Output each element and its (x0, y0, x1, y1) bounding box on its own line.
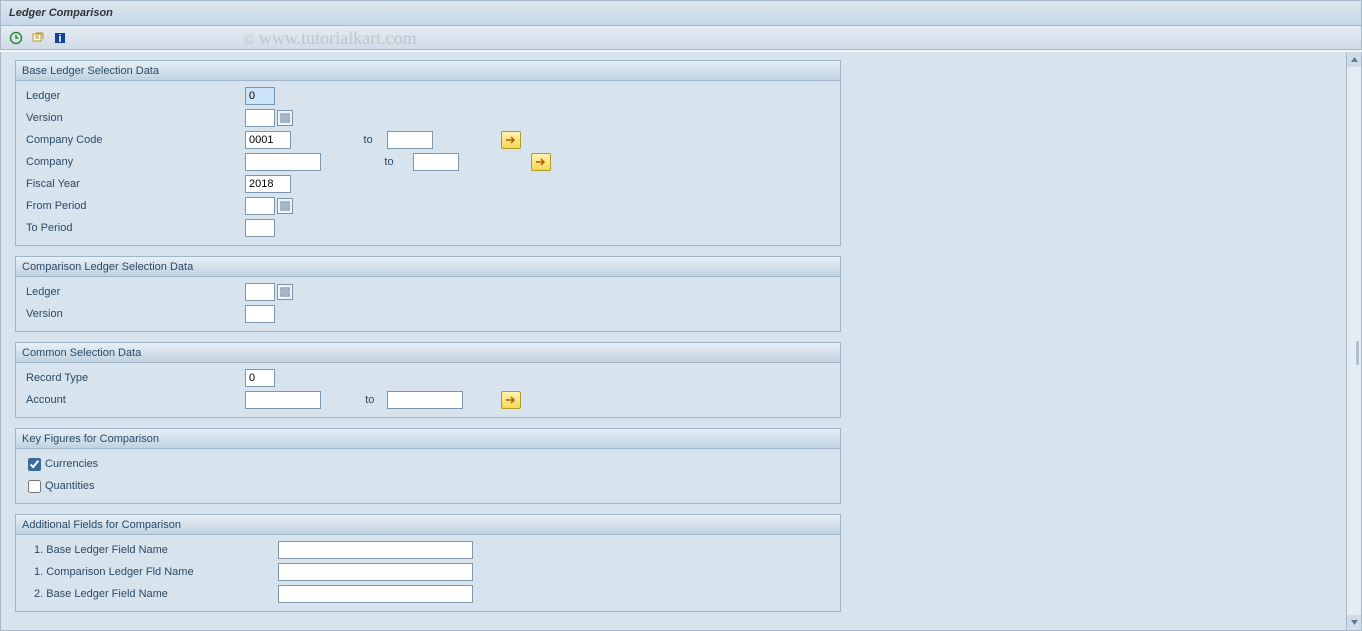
input-from-period[interactable] (245, 197, 275, 215)
vertical-scrollbar[interactable] (1346, 52, 1361, 630)
input-account-to[interactable] (387, 391, 463, 409)
content-area: Base Ledger Selection Data Ledger Versio… (0, 52, 1362, 631)
scroll-down-arrow-icon[interactable] (1347, 615, 1362, 630)
multiple-selection-company-code[interactable] (501, 131, 521, 149)
input-record-type[interactable] (245, 369, 275, 387)
input-company-from[interactable] (245, 153, 321, 171)
input-comp-version[interactable] (245, 305, 275, 323)
input-comp-field-1[interactable] (278, 563, 473, 581)
group-header-base: Base Ledger Selection Data (16, 61, 840, 81)
label-ledger: Ledger (20, 90, 245, 102)
input-base-ledger[interactable] (245, 87, 275, 105)
group-header-comp: Comparison Ledger Selection Data (16, 257, 840, 277)
group-key-figures: Key Figures for Comparison Currencies Qu… (15, 428, 841, 504)
group-common: Common Selection Data Record Type Accoun… (15, 342, 841, 418)
group-additional-fields: Additional Fields for Comparison 1. Base… (15, 514, 841, 612)
page-title: Ledger Comparison (9, 7, 113, 19)
label-company-code: Company Code (20, 134, 245, 146)
svg-text:i: i (58, 33, 61, 45)
label-currencies: Currencies (45, 458, 98, 470)
input-account-from[interactable] (245, 391, 321, 409)
scroll-thumb[interactable] (1356, 341, 1359, 365)
multiple-selection-company[interactable] (531, 153, 551, 171)
label-comp-version: Version (20, 308, 245, 320)
f4-button-from-period[interactable] (277, 198, 293, 214)
label-to: to (360, 134, 376, 146)
label-to-period: To Period (20, 222, 245, 234)
scroll-up-arrow-icon[interactable] (1347, 52, 1362, 67)
label-account: Account (20, 394, 245, 406)
label-base-field-2: 2. Base Ledger Field Name (20, 588, 278, 600)
label-base-field-1: 1. Base Ledger Field Name (20, 544, 278, 556)
input-base-field-1[interactable] (278, 541, 473, 559)
label-comp-field-1: 1. Comparison Ledger Fld Name (20, 566, 278, 578)
f4-button-version[interactable] (277, 110, 293, 126)
label-comp-ledger: Ledger (20, 286, 245, 298)
info-button[interactable]: i (51, 29, 69, 47)
label-to: to (379, 156, 399, 168)
input-base-field-2[interactable] (278, 585, 473, 603)
checkbox-quantities[interactable] (28, 480, 41, 493)
execute-button[interactable] (7, 29, 25, 47)
page-title-bar: Ledger Comparison (0, 0, 1362, 26)
group-header-keyfig: Key Figures for Comparison (16, 429, 840, 449)
input-comp-ledger[interactable] (245, 283, 275, 301)
label-record-type: Record Type (20, 372, 245, 384)
input-company-code-to[interactable] (387, 131, 433, 149)
group-base-ledger: Base Ledger Selection Data Ledger Versio… (15, 60, 841, 246)
label-to: to (363, 394, 377, 406)
input-company-to[interactable] (413, 153, 459, 171)
f4-button-comp-ledger[interactable] (277, 284, 293, 300)
label-from-period: From Period (20, 200, 245, 212)
group-comparison-ledger: Comparison Ledger Selection Data Ledger … (15, 256, 841, 332)
label-fiscal-year: Fiscal Year (20, 178, 245, 190)
label-quantities: Quantities (45, 480, 95, 492)
application-toolbar: i (0, 26, 1362, 50)
get-variant-button[interactable] (29, 29, 47, 47)
input-to-period[interactable] (245, 219, 275, 237)
input-fiscal-year[interactable] (245, 175, 291, 193)
label-version: Version (20, 112, 245, 124)
group-header-common: Common Selection Data (16, 343, 840, 363)
input-company-code-from[interactable] (245, 131, 291, 149)
checkbox-currencies[interactable] (28, 458, 41, 471)
group-header-addl: Additional Fields for Comparison (16, 515, 840, 535)
label-company: Company (20, 156, 245, 168)
multiple-selection-account[interactable] (501, 391, 521, 409)
input-base-version[interactable] (245, 109, 275, 127)
